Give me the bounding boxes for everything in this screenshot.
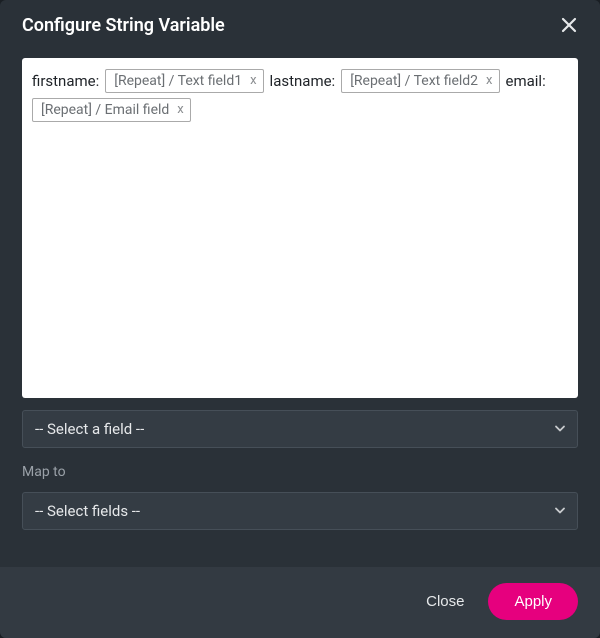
field-token[interactable]: [Repeat] / Email field x (32, 98, 191, 122)
apply-button[interactable]: Apply (488, 583, 578, 620)
select-field-wrap: -- Select a field -- (22, 410, 578, 448)
map-to-label: Map to (22, 460, 578, 480)
token-remove-icon[interactable]: x (484, 68, 494, 94)
modal-title: Configure String Variable (22, 15, 225, 36)
entry-label: email: (506, 68, 546, 94)
select-field-value: -- Select a field -- (35, 420, 144, 438)
configure-string-variable-modal: Configure String Variable firstname: [Re… (0, 0, 600, 638)
entry-label: firstname: (32, 68, 99, 94)
token-text: [Repeat] / Text field1 (114, 68, 242, 94)
token-remove-icon[interactable]: x (175, 97, 185, 123)
select-field-dropdown[interactable]: -- Select a field -- (22, 410, 578, 448)
modal-header: Configure String Variable (0, 0, 600, 50)
map-to-wrap: -- Select fields -- (22, 492, 578, 530)
map-to-dropdown[interactable]: -- Select fields -- (22, 492, 578, 530)
template-editor[interactable]: firstname: [Repeat] / Text field1 x last… (22, 58, 578, 398)
map-to-value: -- Select fields -- (35, 502, 140, 520)
modal-body: firstname: [Repeat] / Text field1 x last… (0, 50, 600, 567)
token-text: [Repeat] / Text field2 (350, 68, 478, 94)
field-token[interactable]: [Repeat] / Text field1 x (105, 69, 263, 93)
editor-content: firstname: [Repeat] / Text field1 x last… (32, 68, 568, 122)
token-remove-icon[interactable]: x (248, 68, 258, 94)
field-token[interactable]: [Repeat] / Text field2 x (341, 69, 499, 93)
close-icon[interactable] (558, 14, 580, 36)
token-text: [Repeat] / Email field (41, 97, 169, 123)
entry-label: lastname: (270, 68, 336, 94)
close-button[interactable]: Close (422, 585, 468, 618)
modal-footer: Close Apply (0, 567, 600, 638)
